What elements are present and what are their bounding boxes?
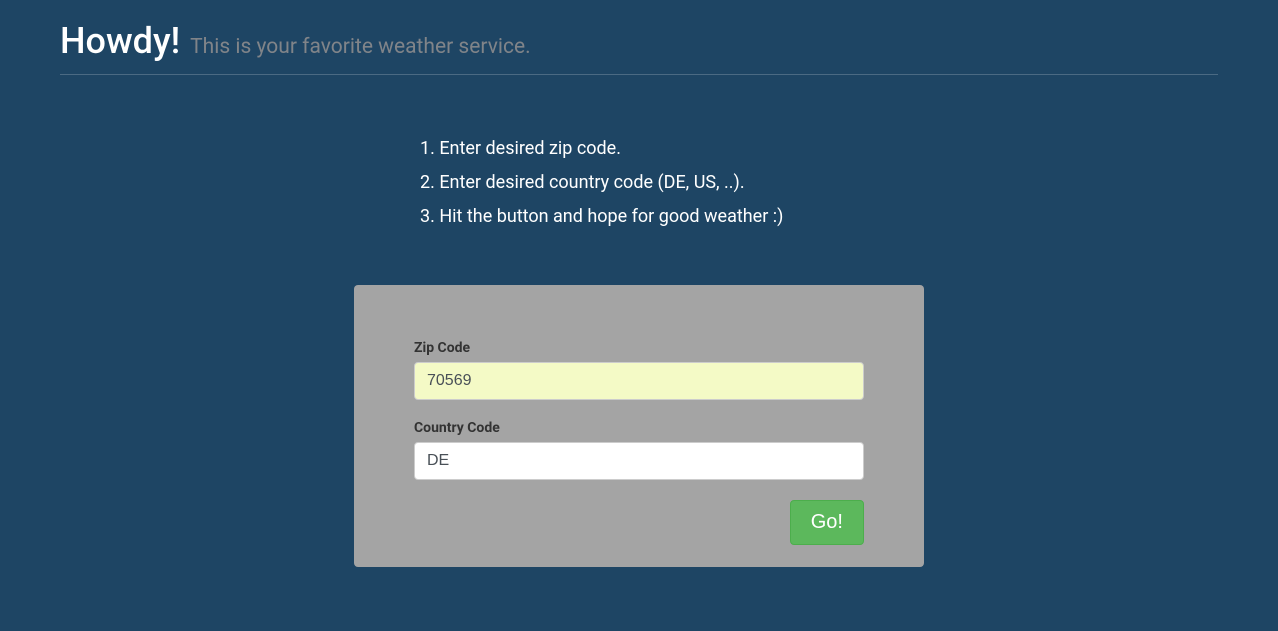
go-button[interactable]: Go! — [790, 500, 864, 545]
zip-code-label: Zip Code — [414, 340, 864, 356]
instructions-list: 1. Enter desired zip code. 2. Enter desi… — [420, 135, 1218, 230]
country-code-input[interactable] — [414, 442, 864, 480]
page-title: Howdy! — [60, 20, 180, 62]
weather-form-panel: Zip Code Country Code Go! — [354, 285, 924, 567]
page-subtitle: This is your favorite weather service. — [190, 35, 531, 59]
instruction-item: 2. Enter desired country code (DE, US, .… — [420, 169, 1218, 196]
instruction-item: 1. Enter desired zip code. — [420, 135, 1218, 162]
country-code-label: Country Code — [414, 420, 864, 436]
page-header: Howdy! This is your favorite weather ser… — [60, 20, 1218, 75]
instruction-item: 3. Hit the button and hope for good weat… — [420, 203, 1218, 230]
zip-code-input[interactable] — [414, 362, 864, 400]
